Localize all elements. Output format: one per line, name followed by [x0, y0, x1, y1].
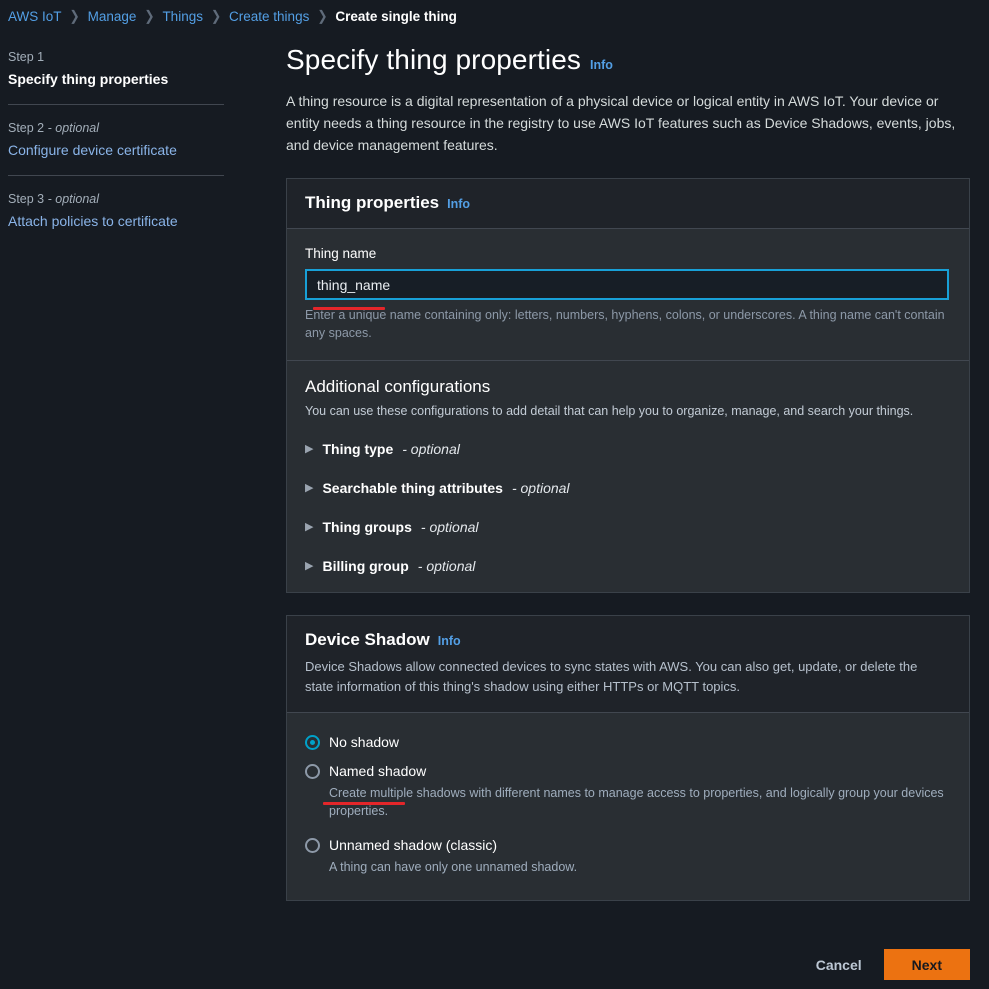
next-button[interactable]: Next — [883, 949, 970, 980]
wizard-step-1: Step 1 Specify thing properties — [0, 42, 232, 94]
radio-option-named-shadow[interactable]: Named shadow — [305, 762, 951, 780]
additional-configurations-subtitle: You can use these configurations to add … — [305, 404, 914, 418]
wizard-step-2-number: Step 2 - optional — [8, 120, 224, 137]
thing-name-helper-text: Enter a unique name containing only: let… — [305, 308, 945, 340]
radio-option-no-shadow[interactable]: No shadow — [305, 733, 951, 751]
breadcrumb-item-things[interactable]: Things — [162, 9, 203, 24]
thing-name-label: Thing name — [305, 246, 377, 261]
radio-named-shadow-description: Create multiple shadows with different n… — [329, 786, 944, 818]
radio-unnamed-shadow-description: A thing can have only one unnamed shadow… — [329, 860, 578, 874]
wizard-step-2-number-text: Step 2 — [8, 121, 45, 135]
device-shadow-description: Device Shadows allow connected devices t… — [305, 659, 918, 694]
breadcrumb-separator-icon: ❯ — [69, 7, 80, 25]
thing-properties-card-header: Thing properties Info — [287, 179, 969, 229]
breadcrumb-separator-icon: ❯ — [210, 7, 222, 25]
thing-properties-card-body: Thing name Enter a unique name containin… — [287, 229, 969, 360]
expander-thing-type-optional: - optional — [402, 441, 460, 457]
thing-properties-title-row: Thing properties Info — [305, 193, 951, 213]
wizard-step-1-title: Specify thing properties — [8, 71, 169, 87]
radio-no-shadow-icon[interactable] — [305, 735, 320, 750]
wizard-step-3-optional: - optional — [44, 192, 100, 206]
additional-configurations-title: Additional configurations — [305, 377, 491, 396]
thing-properties-card: Thing properties Info Thing name Enter a… — [286, 178, 970, 593]
expander-searchable-thing-attributes[interactable]: ▶ Searchable thing attributes - optional — [305, 480, 951, 496]
expander-billing-group-optional: - optional — [417, 558, 476, 574]
device-shadow-title-row: Device Shadow Info — [305, 630, 951, 650]
thing-properties-info-link[interactable]: Info — [447, 197, 470, 211]
wizard-step-3-number-text: Step 3 — [8, 192, 45, 206]
breadcrumb: AWS IoT ❯ Manage ❯ Things ❯ Create thing… — [8, 6, 457, 26]
wizard-step-3-number: Step 3 - optional — [8, 191, 224, 208]
wizard-step-divider — [8, 175, 224, 176]
expander-billing-group[interactable]: ▶ Billing group - optional — [305, 558, 951, 574]
page-title: Specify thing properties — [286, 44, 582, 75]
additional-configurations-section: Additional configurations You can use th… — [287, 360, 969, 592]
device-shadow-info-link[interactable]: Info — [438, 634, 461, 648]
cancel-button[interactable]: Cancel — [812, 951, 866, 979]
thing-name-input[interactable] — [305, 269, 949, 300]
wizard-step-navigation: Step 1 Specify thing properties Step 2 -… — [0, 42, 232, 236]
radio-unnamed-shadow-label[interactable]: Unnamed shadow (classic) — [329, 836, 497, 854]
page-info-link[interactable]: Info — [590, 58, 613, 72]
main-content: Specify thing properties Info A thing re… — [286, 44, 970, 901]
page-title-row: Specify thing properties Info — [286, 44, 970, 76]
wizard-step-2-optional: - optional — [44, 121, 100, 135]
expander-searchable-thing-attributes-label: Searchable thing attributes — [322, 480, 503, 496]
wizard-step-divider — [8, 104, 224, 105]
triangle-right-icon: ▶ — [305, 559, 314, 572]
breadcrumb-item-create-single-thing: Create single thing — [335, 8, 457, 24]
triangle-right-icon: ▶ — [305, 520, 314, 533]
wizard-step-2-title[interactable]: Configure device certificate — [8, 139, 224, 161]
radio-named-shadow-label[interactable]: Named shadow — [329, 762, 426, 780]
expander-thing-groups-optional: - optional — [420, 519, 479, 535]
expander-thing-groups[interactable]: ▶ Thing groups - optional — [305, 519, 951, 535]
expander-searchable-thing-attributes-optional: - optional — [511, 480, 570, 496]
wizard-step-1-number: Step 1 — [8, 49, 224, 66]
thing-properties-title: Thing properties — [305, 193, 440, 212]
expander-billing-group-label: Billing group — [322, 558, 409, 574]
wizard-step-2[interactable]: Step 2 - optional Configure device certi… — [0, 113, 232, 165]
expander-thing-type-label: Thing type — [322, 441, 394, 457]
triangle-right-icon: ▶ — [305, 481, 314, 494]
device-shadow-title: Device Shadow — [305, 630, 430, 649]
device-shadow-card: Device Shadow Info Device Shadows allow … — [286, 615, 970, 901]
wizard-footer: Cancel Next — [286, 949, 970, 980]
page-description: A thing resource is a digital representa… — [286, 93, 956, 153]
device-shadow-card-header: Device Shadow Info Device Shadows allow … — [287, 616, 969, 713]
wizard-step-3[interactable]: Step 3 - optional Attach policies to cer… — [0, 184, 232, 236]
expander-thing-groups-label: Thing groups — [322, 519, 412, 535]
breadcrumb-item-manage[interactable]: Manage — [88, 9, 137, 24]
breadcrumb-separator-icon: ❯ — [144, 7, 155, 25]
breadcrumb-separator-icon: ❯ — [317, 7, 328, 25]
radio-option-unnamed-shadow[interactable]: Unnamed shadow (classic) — [305, 836, 951, 854]
expander-thing-type[interactable]: ▶ Thing type - optional — [305, 441, 951, 457]
breadcrumb-item-aws-iot[interactable]: AWS IoT — [8, 9, 62, 24]
radio-no-shadow-label[interactable]: No shadow — [329, 733, 399, 751]
triangle-right-icon: ▶ — [305, 442, 314, 455]
wizard-step-1-number-text: Step 1 — [8, 50, 45, 64]
radio-named-shadow-icon[interactable] — [305, 764, 320, 779]
radio-unnamed-shadow-icon[interactable] — [305, 838, 320, 853]
wizard-step-3-title[interactable]: Attach policies to certificate — [8, 210, 224, 232]
breadcrumb-item-create-things[interactable]: Create things — [229, 9, 309, 24]
device-shadow-options: No shadow Named shadow Create multiple s… — [287, 713, 969, 900]
